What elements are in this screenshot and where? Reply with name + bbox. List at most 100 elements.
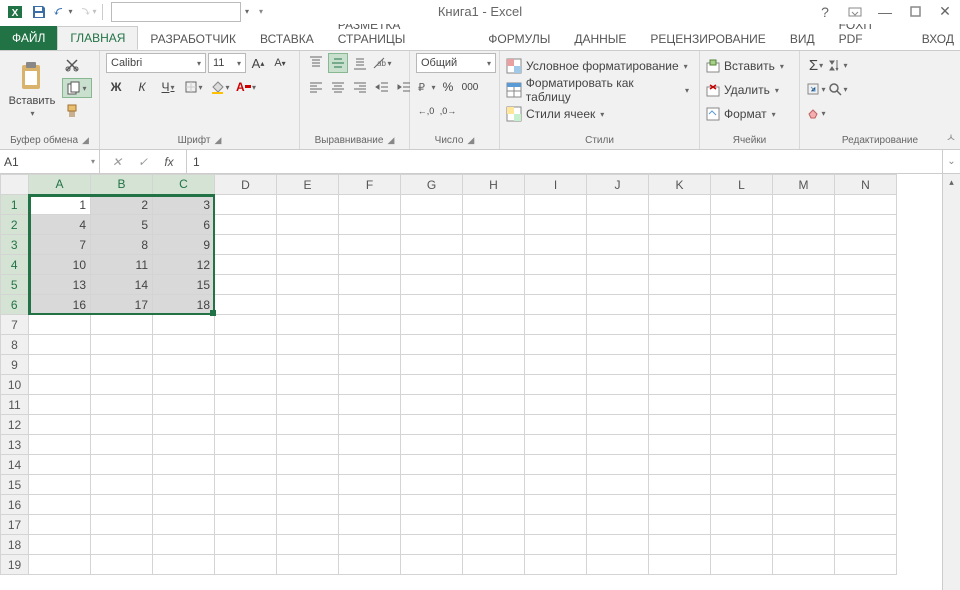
cell[interactable] [835,535,897,555]
cell[interactable] [773,495,835,515]
vertical-scrollbar[interactable]: ▴ [942,174,960,590]
cell[interactable] [587,475,649,495]
cell[interactable] [339,275,401,295]
number-launcher-icon[interactable]: ◢ [467,135,474,146]
cell[interactable]: 14 [91,275,153,295]
autosum-icon[interactable]: Σ▾ [806,55,826,75]
qat-dropdown-icon[interactable]: ▾ [245,7,249,16]
cell[interactable] [401,335,463,355]
cell[interactable] [153,355,215,375]
cell[interactable] [91,495,153,515]
align-center-icon[interactable] [328,77,348,97]
row-header[interactable]: 5 [1,275,29,295]
cell[interactable] [401,215,463,235]
formula-input[interactable]: 1 [187,155,942,169]
shrink-font-icon[interactable]: A▾ [270,53,290,73]
cell[interactable] [277,195,339,215]
cell[interactable] [215,395,277,415]
cell[interactable] [649,355,711,375]
cell[interactable] [835,435,897,455]
cell[interactable] [711,395,773,415]
align-middle-icon[interactable] [328,53,348,73]
sign-in-link[interactable]: Вход [910,28,960,50]
tab-insert[interactable]: ВСТАВКА [248,28,326,50]
cell[interactable] [463,495,525,515]
cell[interactable] [525,215,587,235]
cell[interactable] [339,355,401,375]
cell[interactable] [711,315,773,335]
cell[interactable] [277,255,339,275]
column-header[interactable]: A [29,175,91,195]
cell[interactable] [835,235,897,255]
column-header[interactable]: I [525,175,587,195]
cell[interactable] [773,555,835,575]
row-header[interactable]: 9 [1,355,29,375]
cell[interactable] [773,515,835,535]
cell[interactable] [587,375,649,395]
cell[interactable] [649,495,711,515]
cell[interactable] [773,395,835,415]
cell[interactable] [835,495,897,515]
cell[interactable] [215,475,277,495]
cell[interactable] [525,275,587,295]
cell[interactable] [649,555,711,575]
cell[interactable] [525,195,587,215]
cell[interactable] [401,515,463,535]
cell[interactable] [277,515,339,535]
cell[interactable] [339,375,401,395]
cell[interactable] [587,455,649,475]
cell[interactable] [277,555,339,575]
column-header[interactable]: C [153,175,215,195]
cell[interactable] [835,295,897,315]
tab-file[interactable]: ФАЙЛ [0,26,57,50]
cell[interactable] [277,535,339,555]
column-header[interactable]: H [463,175,525,195]
cell[interactable] [401,255,463,275]
paste-button[interactable]: Вставить ▾ [6,53,58,125]
cell[interactable] [153,335,215,355]
row-header[interactable]: 1 [1,195,29,215]
cell[interactable] [711,435,773,455]
cell[interactable] [215,355,277,375]
cell[interactable] [401,235,463,255]
cell[interactable]: 17 [91,295,153,315]
cell[interactable] [835,375,897,395]
expand-formula-bar-icon[interactable]: ⌄ [942,150,960,173]
cell[interactable] [587,555,649,575]
column-header[interactable]: N [835,175,897,195]
cell[interactable]: 7 [29,235,91,255]
cell[interactable] [153,475,215,495]
cell[interactable] [91,335,153,355]
column-header[interactable]: M [773,175,835,195]
cell[interactable] [649,315,711,335]
cell[interactable] [463,215,525,235]
cell-styles-button[interactable]: Стили ячеек▾ [506,103,608,125]
cell[interactable] [29,475,91,495]
cell[interactable]: 13 [29,275,91,295]
cell[interactable] [29,335,91,355]
cell[interactable] [277,395,339,415]
clear-icon[interactable]: ▾ [806,103,826,123]
cell[interactable] [91,315,153,335]
conditional-formatting-button[interactable]: Условное форматирование▾ [506,55,692,77]
cell[interactable] [339,215,401,235]
underline-button[interactable]: Ч▾ [158,77,178,97]
cell[interactable] [525,375,587,395]
cell[interactable] [711,215,773,235]
cell[interactable] [215,515,277,535]
select-all-corner[interactable] [1,175,29,195]
cell[interactable] [649,215,711,235]
cell[interactable] [215,335,277,355]
cell[interactable] [463,355,525,375]
column-header[interactable]: E [277,175,339,195]
cell[interactable] [339,395,401,415]
cell[interactable] [463,255,525,275]
cell[interactable] [339,195,401,215]
column-header[interactable]: B [91,175,153,195]
cell[interactable] [29,375,91,395]
format-painter-icon[interactable] [62,101,82,121]
cell[interactable] [215,495,277,515]
cell[interactable] [91,415,153,435]
cell[interactable] [587,355,649,375]
cell[interactable] [711,515,773,535]
